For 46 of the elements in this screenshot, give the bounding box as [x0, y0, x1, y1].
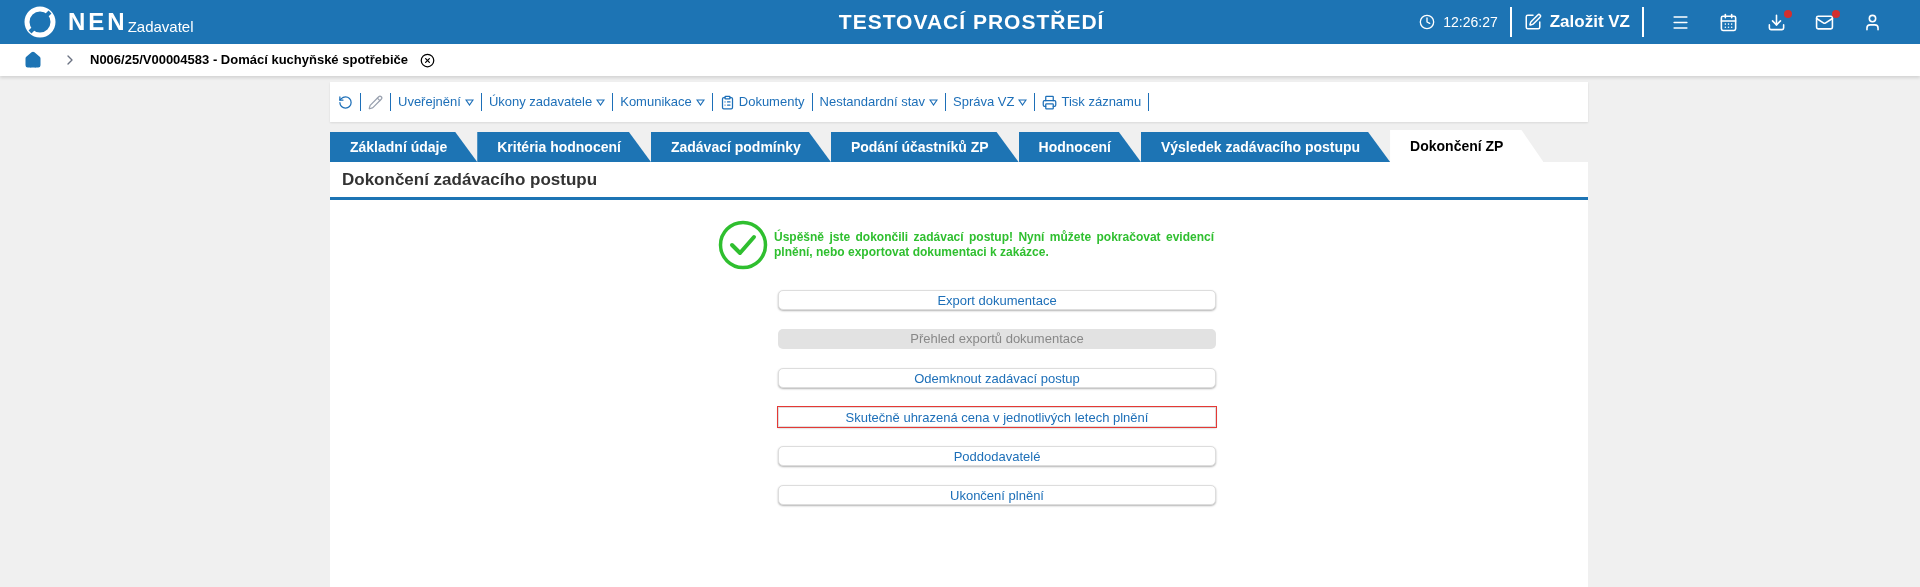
toolbar-menu[interactable]: Úkony zadavatele — [488, 92, 606, 112]
action-button[interactable]: Odemknout zadávací postup — [778, 368, 1216, 388]
clock-icon — [1419, 14, 1436, 30]
toolbar-link[interactable]: Tisk záznamu — [1042, 92, 1142, 112]
tab[interactable]: Základní údaje — [330, 132, 478, 162]
toolbar-menu[interactable]: Správa VZ — [953, 92, 1028, 112]
mail-icon — [1814, 12, 1834, 32]
tab[interactable]: Podání účastníků ZP — [830, 132, 1019, 162]
toolbar-menu[interactable]: Komunikace — [620, 92, 705, 112]
create-button[interactable]: Založit VZ — [1523, 9, 1630, 35]
home-icon[interactable] — [24, 51, 42, 69]
calendar-icon — [1718, 12, 1738, 32]
action-button[interactable]: Export dokumentace — [778, 290, 1216, 310]
role-label: Zadavatel — [127, 16, 194, 37]
caret-icon — [695, 98, 705, 106]
logo-text: NEN — [68, 7, 128, 37]
tab[interactable]: Zadávací podmínky — [650, 132, 831, 162]
toolbar-menu[interactable]: Uveřejnění — [398, 92, 474, 112]
section-title: Dokončení zadávacího postupu — [342, 168, 598, 191]
pencil-icon — [368, 94, 383, 110]
tab[interactable]: Výsledek zadávacího postupu — [1140, 132, 1391, 162]
success-check-icon — [718, 220, 768, 270]
action-button[interactable]: Poddodavatelé — [778, 446, 1216, 466]
toolbar-menu[interactable]: Nestandardní stav — [819, 92, 939, 112]
tab[interactable]: Hodnocení — [1018, 132, 1141, 162]
printer-icon — [1042, 94, 1058, 110]
clipboard-icon — [719, 94, 735, 110]
action-button[interactable]: Skutečně uhrazená cena v jednotlivých letech plnění — [778, 407, 1216, 427]
tab[interactable]: Dokončení ZP — [1390, 130, 1544, 162]
caret-icon — [929, 98, 939, 106]
success-message: Úspěšně jste dokončili zadávací postup! Nyní můžete pokračovat evidencí plnění, nebo exportovat dokumentaci k zakázce. — [774, 230, 1214, 260]
action-button[interactable]: Ukončení plnění — [778, 485, 1216, 505]
time-label: 12:26:27 — [1443, 12, 1498, 32]
refresh-icon — [338, 94, 353, 110]
tab[interactable]: Kritéria hodnocení — [477, 132, 651, 162]
close-icon[interactable] — [419, 52, 435, 68]
breadcrumb-title: N006/25/V00004583 - Domácí kuchyňské spotřebiče — [90, 51, 408, 70]
toolbar-link[interactable]: Dokumenty — [719, 92, 805, 112]
edit-icon — [1523, 13, 1542, 31]
refresh-button[interactable] — [338, 94, 353, 110]
logo-icon — [24, 6, 56, 38]
environment-title: TESTOVACÍ PROSTŘEDÍ — [838, 9, 1105, 36]
caret-icon — [1018, 98, 1028, 106]
caret-icon — [596, 98, 606, 106]
caret-icon — [464, 98, 474, 106]
download-icon — [1766, 12, 1786, 32]
